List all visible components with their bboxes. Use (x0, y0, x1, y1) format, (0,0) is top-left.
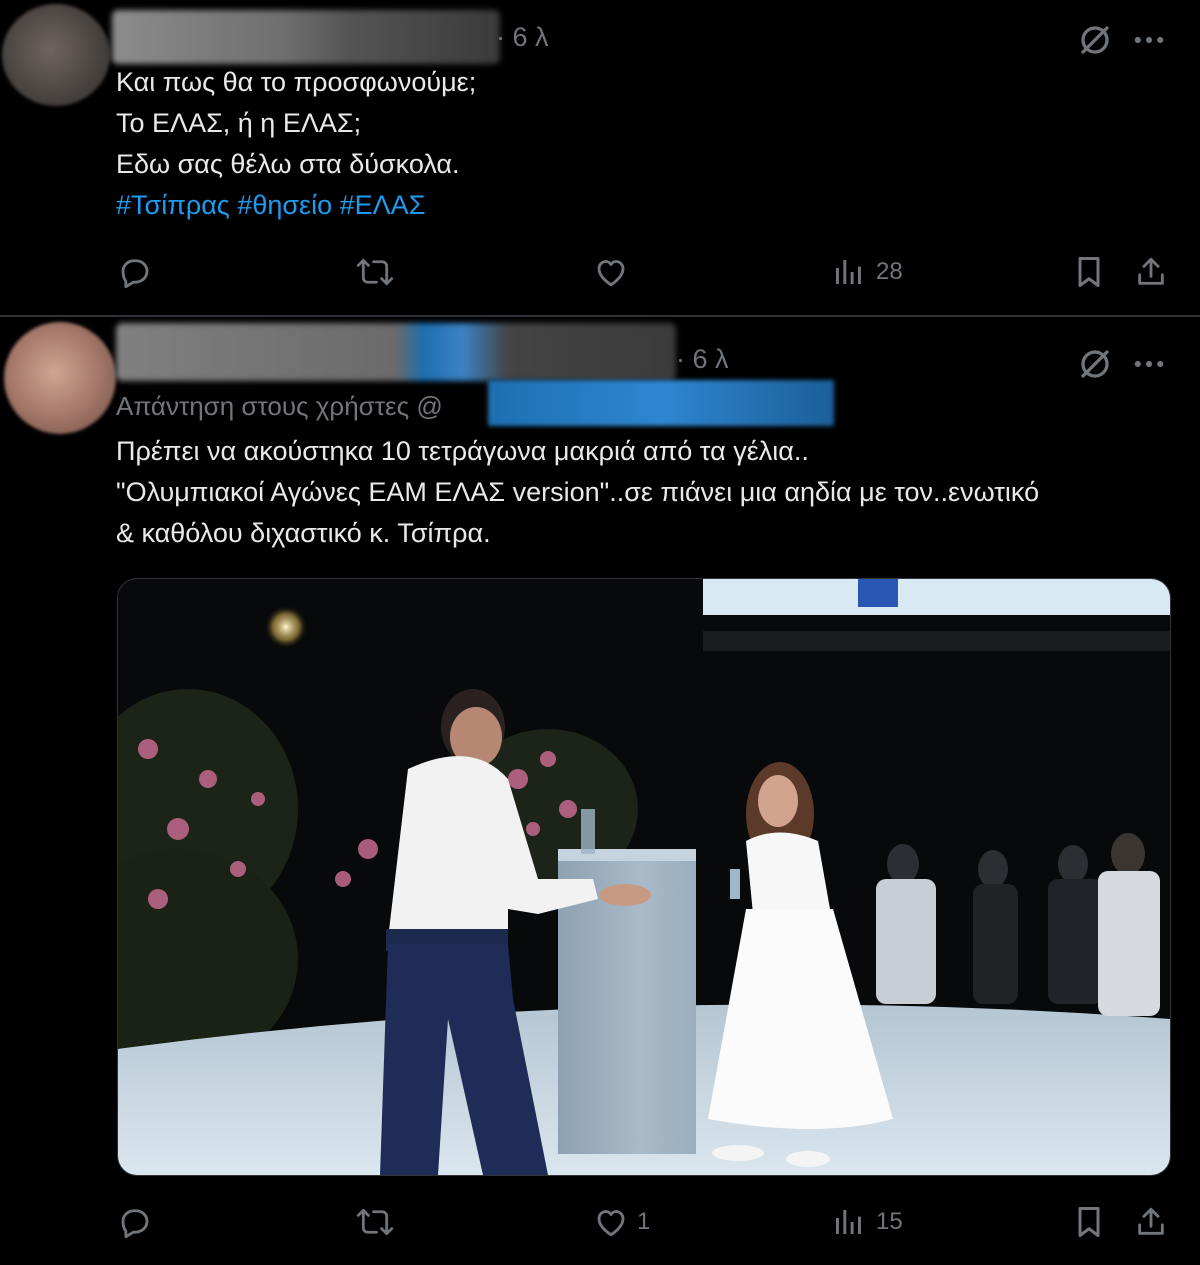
like-count: 1 (637, 1208, 651, 1235)
tweet-text-line: "Ολυμπιακοί Αγώνες ΕΑΜ ΕΛΑΣ version"..σε… (116, 477, 1040, 507)
heart-icon[interactable] (593, 254, 629, 290)
reply-to-label: Απάντηση στους χρήστες @ (116, 391, 443, 421)
views-icon[interactable] (832, 1206, 864, 1238)
timestamp[interactable]: · 6 λ (496, 22, 549, 53)
reply-icon[interactable] (117, 1204, 153, 1240)
author-name-blurred[interactable] (112, 10, 500, 64)
tweet-text-line: Πρέπει να ακούστηκα 10 τετράγωνα μακριά … (116, 436, 809, 466)
grok-icon[interactable] (1077, 346, 1113, 382)
bookmark-icon[interactable] (1072, 254, 1106, 290)
tweet-media-photo[interactable] (117, 578, 1171, 1176)
avatar[interactable] (2, 4, 110, 106)
tweet-text-line: Και πως θα το προσφωνούμε; (116, 67, 477, 97)
share-icon[interactable] (1134, 254, 1168, 290)
author-name-blurred[interactable] (116, 323, 676, 381)
reply-icon[interactable] (117, 254, 153, 290)
views-count: 28 (876, 258, 903, 285)
timestamp[interactable]: · 6 λ (676, 344, 729, 375)
tweet-divider (0, 315, 1200, 317)
tweet-text-line: Εδω σας θέλω στα δύσκολα. (116, 149, 460, 179)
mention-blurred[interactable] (488, 380, 834, 426)
grok-icon[interactable] (1077, 22, 1113, 58)
more-icon[interactable] (1132, 26, 1166, 54)
retweet-icon[interactable] (356, 254, 394, 290)
views-icon[interactable] (832, 256, 864, 288)
share-icon[interactable] (1134, 1204, 1168, 1240)
avatar[interactable] (4, 322, 116, 434)
hashtag-link[interactable]: #ΕΛΑΣ (340, 190, 426, 220)
views-count: 15 (876, 1208, 903, 1235)
hashtag-link[interactable]: #Τσίπρας (116, 190, 230, 220)
more-icon[interactable] (1132, 350, 1166, 378)
photo-illustration (118, 579, 1170, 1175)
heart-icon[interactable] (593, 1204, 629, 1240)
bookmark-icon[interactable] (1072, 1204, 1106, 1240)
hashtags-line: #Τσίπρας #θησείο #ΕΛΑΣ (116, 185, 425, 225)
tweet-text-line: Το ΕΛΑΣ, ή η ΕΛΑΣ; (116, 108, 362, 138)
tweet-text-line: & καθόλου διχαστικό κ. Τσίπρα. (116, 518, 491, 548)
retweet-icon[interactable] (356, 1204, 394, 1240)
hashtag-link[interactable]: #θησείο (237, 190, 332, 220)
